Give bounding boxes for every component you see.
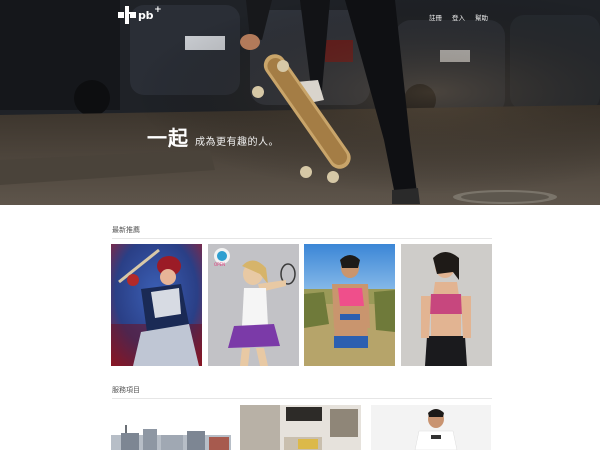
top-nav: pb + 註冊 登入 幫助 <box>0 0 600 34</box>
hero-banner: pb + 註冊 登入 幫助 一起 成為更有趣的人。 <box>0 0 600 205</box>
recommended-section-title: 最新推薦 <box>112 226 140 234</box>
nav-links: 註冊 登入 幫助 <box>429 12 488 22</box>
logo-text: pb <box>138 8 154 22</box>
baseball-player-image <box>111 244 202 366</box>
recommended-card-runner[interactable] <box>304 244 395 366</box>
fitness-woman-image <box>401 244 492 366</box>
service-image-person <box>371 405 491 450</box>
hero-slogan: 一起 成為更有趣的人。 <box>147 122 279 151</box>
service-card-2[interactable] <box>240 405 361 450</box>
logo-plus: + <box>154 5 162 15</box>
tennis-logo-badge: OPEN <box>214 262 225 267</box>
service-card-3[interactable] <box>371 405 491 450</box>
hero-slogan-sub: 成為更有趣的人。 <box>195 137 279 148</box>
nav-register-link[interactable]: 註冊 <box>429 12 442 22</box>
hero-slogan-main: 一起 <box>147 126 189 150</box>
tennis-player-image: OPEN <box>208 244 299 366</box>
recommended-card-baseball[interactable] <box>111 244 202 366</box>
nav-help-link[interactable]: 幫助 <box>475 12 488 22</box>
recommended-card-tennis[interactable]: OPEN <box>208 244 299 366</box>
recommended-card-fitness[interactable] <box>401 244 492 366</box>
service-image-gallery <box>240 405 361 450</box>
logo-mark-icon <box>118 6 136 24</box>
service-image-cityscape <box>111 405 231 450</box>
services-section-title: 服務項目 <box>112 386 140 394</box>
nav-login-link[interactable]: 登入 <box>452 12 465 22</box>
runner-outdoor-image <box>304 244 395 366</box>
service-card-1[interactable] <box>111 405 231 450</box>
recommended-divider <box>112 238 492 239</box>
logo[interactable]: pb + <box>118 5 162 24</box>
services-divider <box>112 398 492 399</box>
